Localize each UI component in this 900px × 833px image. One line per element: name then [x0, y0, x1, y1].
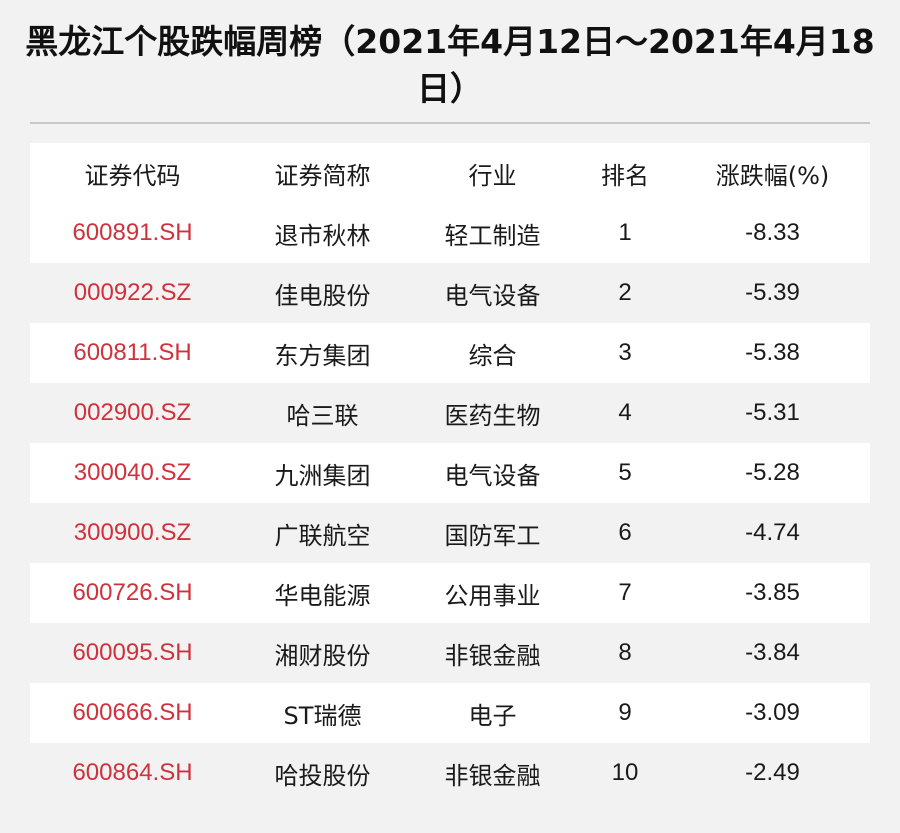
stock-industry: 综合 [468, 341, 517, 370]
table-row: 600811.SH 东方集团 综合 3 -5.38 [30, 323, 870, 383]
stock-industry: 轻工制造 [444, 221, 541, 250]
stock-code: 002900.SZ [73, 399, 192, 426]
stock-name: 华电能源 [274, 581, 371, 610]
stock-change: -3.85 [745, 579, 800, 606]
table-row: 600891.SH 退市秋林 轻工制造 1 -8.33 [30, 203, 870, 263]
table-row: 600666.SH ST瑞德 电子 9 -3.09 [30, 683, 870, 743]
stock-name: 湘财股份 [274, 641, 371, 670]
table-row: 300040.SZ 九洲集团 电气设备 5 -5.28 [30, 443, 870, 503]
table-header-row: 证券代码 证券简称 行业 排名 涨跌幅(%) [30, 143, 870, 203]
table-row: 600095.SH 湘财股份 非银金融 8 -3.84 [30, 623, 870, 683]
table-row: 600726.SH 华电能源 公用事业 7 -3.85 [30, 563, 870, 623]
table-row: 300900.SZ 广联航空 国防军工 6 -4.74 [30, 503, 870, 563]
stock-industry: 电子 [468, 701, 517, 730]
stock-code: 300040.SZ [73, 459, 192, 486]
stock-name: 哈投股份 [274, 761, 371, 790]
header-rank: 排名 [601, 161, 649, 190]
stock-industry: 非银金融 [444, 761, 541, 790]
stock-rank: 8 [618, 639, 632, 666]
stock-name: 佳电股份 [274, 281, 371, 310]
stock-name: 广联航空 [274, 521, 371, 550]
stock-rank: 9 [618, 699, 632, 726]
stock-rank: 7 [618, 579, 632, 606]
stock-change: -5.28 [745, 459, 800, 486]
stock-name: 退市秋林 [274, 221, 371, 250]
stock-rank: 6 [618, 519, 632, 546]
stock-change: -3.84 [745, 639, 800, 666]
stock-rank: 1 [618, 219, 632, 246]
stock-name: 九洲集团 [274, 461, 371, 490]
stock-code: 600811.SH [73, 339, 192, 366]
stock-code: 600726.SH [72, 579, 193, 606]
stock-industry: 非银金融 [444, 641, 541, 670]
stock-industry: 公用事业 [444, 581, 541, 610]
stock-rank: 5 [618, 459, 632, 486]
stock-code: 600864.SH [72, 759, 193, 786]
header-name: 证券简称 [274, 161, 371, 190]
stock-code: 000922.SZ [73, 279, 192, 306]
stock-code: 300900.SZ [73, 519, 192, 546]
stock-rank: 10 [611, 759, 639, 786]
header-industry: 行业 [468, 161, 517, 190]
title-divider [30, 122, 870, 124]
table-row: 000922.SZ 佳电股份 电气设备 2 -5.39 [30, 263, 870, 323]
stock-code: 600666.SH [72, 699, 193, 726]
header-change: 涨跌幅(%) [715, 161, 830, 190]
stock-industry: 国防军工 [444, 521, 541, 550]
stock-industry: 电气设备 [444, 461, 541, 490]
stock-name: 东方集团 [274, 341, 371, 370]
stock-code: 600095.SH [72, 639, 193, 666]
stock-change: -2.49 [745, 759, 800, 786]
stock-rank: 4 [618, 399, 632, 426]
stock-code: 600891.SH [72, 219, 193, 246]
stock-rank: 2 [618, 279, 632, 306]
stock-name: ST瑞德 [283, 701, 362, 730]
stock-change: -3.09 [745, 699, 800, 726]
page-title: 黑龙江个股跌幅周榜（2021年4月12日～2021年4月18日） [25, 22, 875, 108]
stock-change: -4.74 [745, 519, 800, 546]
stock-change: -5.38 [745, 339, 800, 366]
stock-industry: 医药生物 [444, 401, 541, 430]
table-row: 600864.SH 哈投股份 非银金融 10 -2.49 [30, 743, 870, 803]
table-row: 002900.SZ 哈三联 医药生物 4 -5.31 [30, 383, 870, 443]
stock-rank: 3 [618, 339, 632, 366]
stock-change: -5.31 [745, 399, 800, 426]
stock-change: -8.33 [745, 219, 800, 246]
stock-table: 证券代码 证券简称 行业 排名 涨跌幅(%) 600891.SH 退市秋林 轻工… [30, 143, 870, 803]
header-code: 证券代码 [84, 161, 181, 190]
stock-change: -5.39 [745, 279, 800, 306]
stock-name: 哈三联 [286, 401, 359, 430]
stock-industry: 电气设备 [444, 281, 541, 310]
